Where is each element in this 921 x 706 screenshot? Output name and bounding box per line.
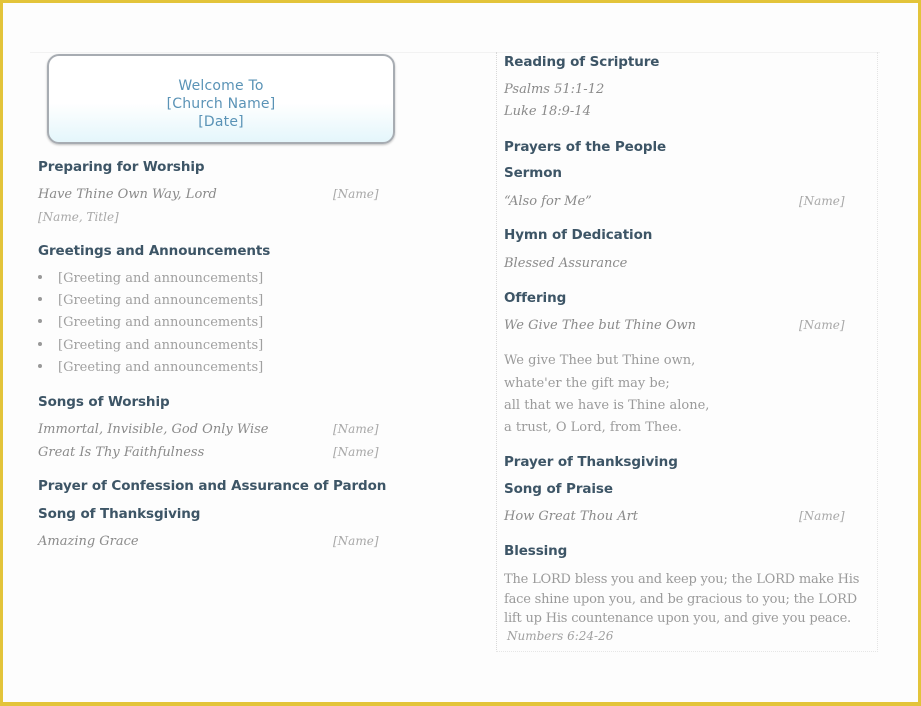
name-placeholder: [Name] [333,445,379,459]
section-heading-song-of-praise: Song of Praise [504,481,613,497]
section-heading-preparing: Preparing for Worship [38,159,205,175]
section-heading-greetings: Greetings and Announcements [38,243,271,259]
name-placeholder: [Name] [799,318,845,332]
name-title-placeholder: [Name, Title] [38,210,119,224]
name-placeholder: [Name] [799,194,845,208]
bullet-icon [38,318,42,323]
greeting-text: [Greeting and announcements] [58,315,264,330]
scripture-reading: Psalms 51:1-12 [504,82,605,97]
column-divider [496,52,497,652]
blessing-text: The LORD bless you and keep you; the LOR… [504,572,860,626]
section-heading-dedication: Hymn of Dedication [504,227,653,243]
list-item: [Greeting and announcements] [38,338,263,353]
section-heading-prayers: Prayers of the People [504,139,667,155]
section-heading-songs-of-worship: Songs of Worship [38,394,170,410]
section-heading-scripture: Reading of Scripture [504,54,660,70]
song-title: Immortal, Invisible, God Only Wise [38,422,269,437]
list-item: [Greeting and announcements] [38,360,263,375]
song-title: We Give Thee but Thine Own [504,318,697,333]
lyric-line: all that we have is Thine alone, [504,398,710,413]
name-placeholder: [Name] [333,534,379,548]
list-item: [Greeting and announcements] [38,293,263,308]
date-placeholder: [Date] [198,114,244,130]
sermon-title: “Also for Me” [504,194,592,209]
bullet-icon [38,363,42,368]
section-heading-song-of-thanksgiving: Song of Thanksgiving [38,506,201,522]
section-heading-confession: Prayer of Confession and Assurance of Pa… [38,478,387,494]
welcome-banner: Welcome To [Church Name] [Date] [47,54,395,144]
song-title: Great Is Thy Faithfulness [38,445,205,460]
name-placeholder: [Name] [333,187,379,201]
greeting-text: [Greeting and announcements] [58,338,264,353]
lyric-line: We give Thee but Thine own, [504,353,696,368]
bullet-icon [38,341,42,346]
welcome-line: Welcome To [178,78,264,94]
section-heading-blessing: Blessing [504,543,568,559]
lyric-line: whate'er the gift may be; [504,376,670,391]
bullet-icon [38,296,42,301]
scripture-reading: Luke 18:9-14 [504,104,591,119]
greeting-text: [Greeting and announcements] [58,271,264,286]
name-placeholder: [Name] [333,422,379,436]
section-heading-offering: Offering [504,290,567,306]
song-title: Have Thine Own Way, Lord [38,187,217,202]
page-bottom-edge [496,651,878,652]
list-item: [Greeting and announcements] [38,271,263,286]
song-title: Blessed Assurance [504,256,628,271]
greeting-text: [Greeting and announcements] [58,293,264,308]
blessing-citation: Numbers 6:24-26 [507,629,614,643]
section-heading-sermon: Sermon [504,165,562,181]
greeting-text: [Greeting and announcements] [58,360,264,375]
page-right-edge [877,52,878,652]
bullet-icon [38,274,42,279]
list-item: [Greeting and announcements] [38,315,263,330]
church-name-placeholder: [Church Name] [166,96,276,112]
section-heading-prayer-of-thanksgiving: Prayer of Thanksgiving [504,454,678,470]
name-placeholder: [Name] [799,509,845,523]
song-title: Amazing Grace [38,534,139,549]
song-title: How Great Thou Art [504,509,639,524]
lyric-line: a trust, O Lord, from Thee. [504,420,682,435]
